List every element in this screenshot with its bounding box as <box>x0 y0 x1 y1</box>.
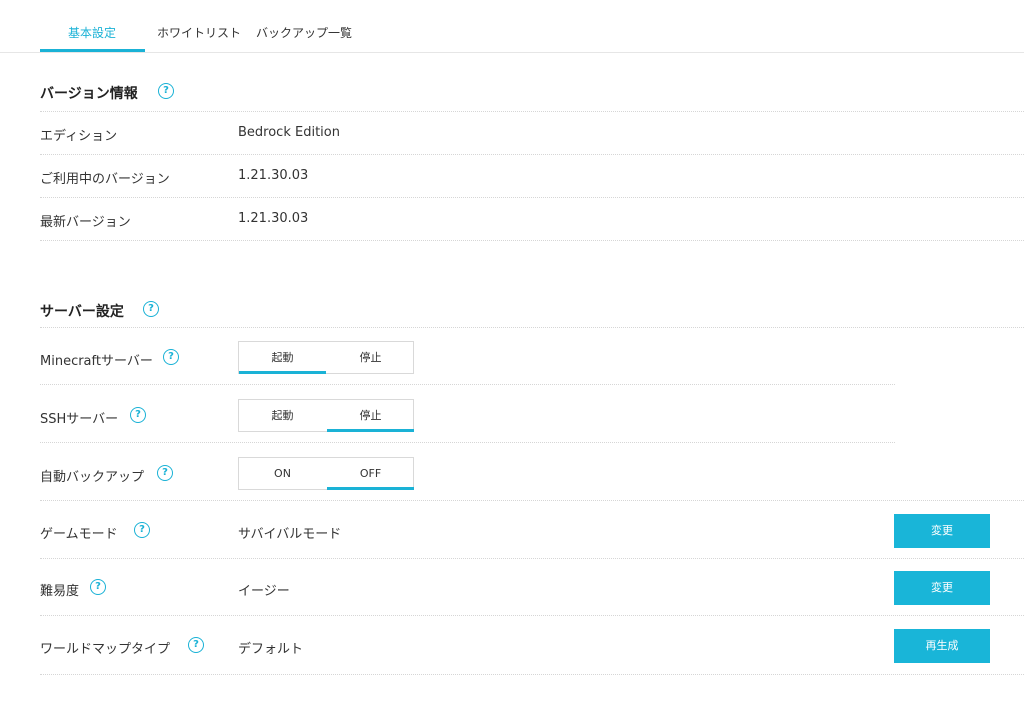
world-map-type-value: デフォルト <box>238 642 304 657</box>
divider <box>40 442 895 443</box>
ssh-server-stop-option[interactable]: 停止 <box>327 400 414 432</box>
divider <box>40 558 1024 559</box>
divider <box>40 240 1024 241</box>
divider <box>40 154 1024 155</box>
auto-backup-help-icon[interactable]: ? <box>157 465 173 481</box>
ssh-server-toggle: 起動 停止 <box>238 399 414 432</box>
divider <box>40 197 1024 198</box>
divider <box>40 384 895 385</box>
latest-version-label: 最新バージョン <box>40 215 131 230</box>
game-mode-label: ゲームモード <box>40 527 118 542</box>
server-section-title: サーバー設定 <box>40 304 124 320</box>
divider <box>40 111 1024 112</box>
server-help-icon[interactable]: ? <box>143 301 159 317</box>
auto-backup-on-option[interactable]: ON <box>239 458 326 489</box>
divider <box>40 500 1024 501</box>
current-version-value: 1.21.30.03 <box>238 168 309 183</box>
latest-version-value: 1.21.30.03 <box>238 211 309 226</box>
version-section-title: バージョン情報 <box>40 86 138 102</box>
change-difficulty-button[interactable]: 変更 <box>894 571 990 605</box>
minecraft-server-stop-option[interactable]: 停止 <box>327 342 414 373</box>
change-game-mode-button[interactable]: 変更 <box>894 514 990 548</box>
tab-basic-settings[interactable]: 基本設定 <box>68 24 116 41</box>
edition-label: エディション <box>40 129 118 144</box>
divider <box>40 615 1024 616</box>
difficulty-label: 難易度 <box>40 584 80 599</box>
auto-backup-label: 自動バックアップ <box>40 470 145 485</box>
regenerate-world-button[interactable]: 再生成 <box>894 629 990 663</box>
ssh-server-help-icon[interactable]: ? <box>130 407 146 423</box>
tabbar-divider <box>0 52 1024 53</box>
game-mode-help-icon[interactable]: ? <box>134 522 150 538</box>
difficulty-value: イージー <box>238 584 290 599</box>
world-map-type-help-icon[interactable]: ? <box>188 637 204 653</box>
minecraft-server-label: Minecraftサーバー <box>40 354 153 369</box>
divider <box>40 674 1024 675</box>
auto-backup-toggle: ON OFF <box>238 457 414 490</box>
ssh-server-start-option[interactable]: 起動 <box>239 400 326 431</box>
minecraft-server-help-icon[interactable]: ? <box>163 349 179 365</box>
auto-backup-off-option[interactable]: OFF <box>327 458 414 490</box>
difficulty-help-icon[interactable]: ? <box>90 579 106 595</box>
edition-value: Bedrock Edition <box>238 125 340 140</box>
tab-whitelist[interactable]: ホワイトリスト <box>157 24 241 41</box>
current-version-label: ご利用中のバージョン <box>40 172 170 187</box>
world-map-type-label: ワールドマップタイプ <box>40 642 171 657</box>
version-help-icon[interactable]: ? <box>158 83 174 99</box>
minecraft-server-toggle: 起動 停止 <box>238 341 414 374</box>
divider <box>40 327 1024 328</box>
game-mode-value: サバイバルモード <box>238 527 342 542</box>
minecraft-server-start-option[interactable]: 起動 <box>239 342 326 374</box>
tab-backup-list[interactable]: バックアップ一覧 <box>256 24 352 41</box>
ssh-server-label: SSHサーバー <box>40 412 119 427</box>
